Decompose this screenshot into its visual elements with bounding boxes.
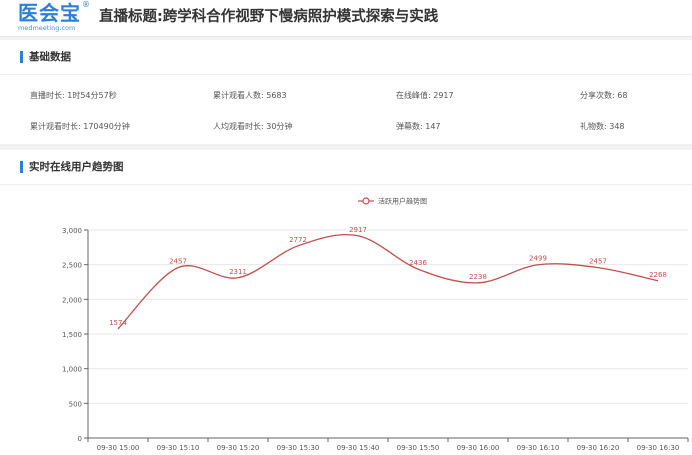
stat-label: 直播时长: bbox=[30, 91, 68, 100]
legend-marker bbox=[362, 197, 370, 205]
data-label: 1574 bbox=[109, 319, 127, 327]
logo-subtext: medmeeting.com bbox=[18, 24, 76, 32]
stat-avg-watch-time: 人均观看时长: 30分钟 bbox=[213, 121, 292, 133]
data-label: 2457 bbox=[589, 258, 607, 266]
section-accent-bar bbox=[20, 51, 23, 63]
stat-value: 147 bbox=[425, 122, 441, 131]
trend-card: 实时在线用户趋势图 0 500 1,000 1,500 2,000 2,500 3,000 0… bbox=[0, 150, 692, 455]
logo[interactable]: 医会宝 ® medmeeting.com bbox=[18, 0, 90, 34]
x-tick-label: 09-30 15:00 bbox=[97, 444, 140, 452]
stat-label: 在线峰值: bbox=[396, 91, 434, 100]
x-tick-label: 09-30 15:50 bbox=[397, 444, 440, 452]
y-tick-label: 1,500 bbox=[62, 331, 82, 339]
stat-share-count: 分享次数: 68 bbox=[580, 90, 627, 102]
stat-value: 170490分钟 bbox=[83, 122, 130, 131]
basic-data-card: 基础数据 直播时长: 1时54分57秒 累计观看人数: 5683 在线峰值: 2… bbox=[0, 40, 692, 144]
basic-data-title: 基础数据 bbox=[29, 51, 71, 63]
data-label: 2268 bbox=[649, 271, 667, 279]
stat-value: 348 bbox=[609, 122, 625, 131]
registered-mark: ® bbox=[82, 0, 90, 9]
stat-label: 分享次数: bbox=[580, 91, 618, 100]
y-tick-label: 0 bbox=[78, 435, 82, 443]
stat-total-viewers: 累计观看人数: 5683 bbox=[213, 90, 287, 102]
data-label: 2772 bbox=[289, 236, 307, 244]
x-tick-label: 09-30 15:10 bbox=[157, 444, 200, 452]
x-tick-label: 09-30 16:00 bbox=[457, 444, 500, 452]
x-tick-label: 09-30 16:10 bbox=[517, 444, 560, 452]
page-header: 医会宝 ® medmeeting.com 直播标题:跨学科合作视野下慢病照护模式… bbox=[0, 0, 692, 37]
series-line bbox=[117, 234, 659, 330]
data-label: 2917 bbox=[349, 226, 367, 234]
y-tick-label: 1,000 bbox=[62, 366, 82, 374]
stat-gift-count: 礼物数: 348 bbox=[580, 121, 625, 133]
stat-label: 累计观看人数: bbox=[213, 91, 267, 100]
x-tick-label: 09-30 16:20 bbox=[577, 444, 620, 452]
page-title: 直播标题:跨学科合作视野下慢病照护模式探索与实践 bbox=[99, 9, 439, 25]
data-label: 2238 bbox=[469, 273, 487, 281]
stat-label: 人均观看时长: bbox=[213, 122, 267, 131]
stat-value: 30分钟 bbox=[266, 122, 293, 131]
stat-label: 礼物数: bbox=[580, 122, 610, 131]
online-users-line-chart[interactable]: 0 500 1,000 1,500 2,000 2,500 3,000 09-30 15:00… bbox=[0, 150, 692, 455]
stat-danmaku-count: 弹幕数: 147 bbox=[396, 121, 441, 133]
stat-live-duration: 直播时长: 1时54分57秒 bbox=[30, 90, 117, 102]
x-tick-label: 09-30 15:40 bbox=[337, 444, 380, 452]
stat-label: 累计观看时长: bbox=[30, 122, 84, 131]
stat-value: 5683 bbox=[266, 91, 287, 100]
data-label: 2457 bbox=[169, 258, 187, 266]
basic-data-header: 基础数据 bbox=[0, 40, 692, 75]
data-label: 2311 bbox=[229, 268, 247, 276]
y-tick-label: 2,500 bbox=[62, 262, 82, 270]
stat-label: 弹幕数: bbox=[396, 122, 426, 131]
stat-online-peak: 在线峰值: 2917 bbox=[396, 90, 454, 102]
data-label: 2499 bbox=[529, 255, 547, 263]
stat-value: 2917 bbox=[433, 91, 454, 100]
y-tick-label: 2,000 bbox=[62, 296, 82, 304]
x-tick-label: 09-30 16:30 bbox=[637, 444, 680, 452]
stat-value: 68 bbox=[617, 91, 628, 100]
stat-value: 1时54分57秒 bbox=[67, 91, 117, 100]
legend-label: 活跃用户趋势图 bbox=[378, 197, 427, 206]
x-tick-label: 09-30 15:20 bbox=[217, 444, 260, 452]
x-tick-label: 09-30 15:30 bbox=[277, 444, 320, 452]
data-label: 2436 bbox=[409, 259, 427, 267]
logo-text: 医会宝 bbox=[18, 1, 81, 25]
y-tick-label: 3,000 bbox=[62, 227, 82, 235]
y-tick-label: 500 bbox=[69, 400, 82, 408]
stat-total-watch-time: 累计观看时长: 170490分钟 bbox=[30, 121, 130, 133]
